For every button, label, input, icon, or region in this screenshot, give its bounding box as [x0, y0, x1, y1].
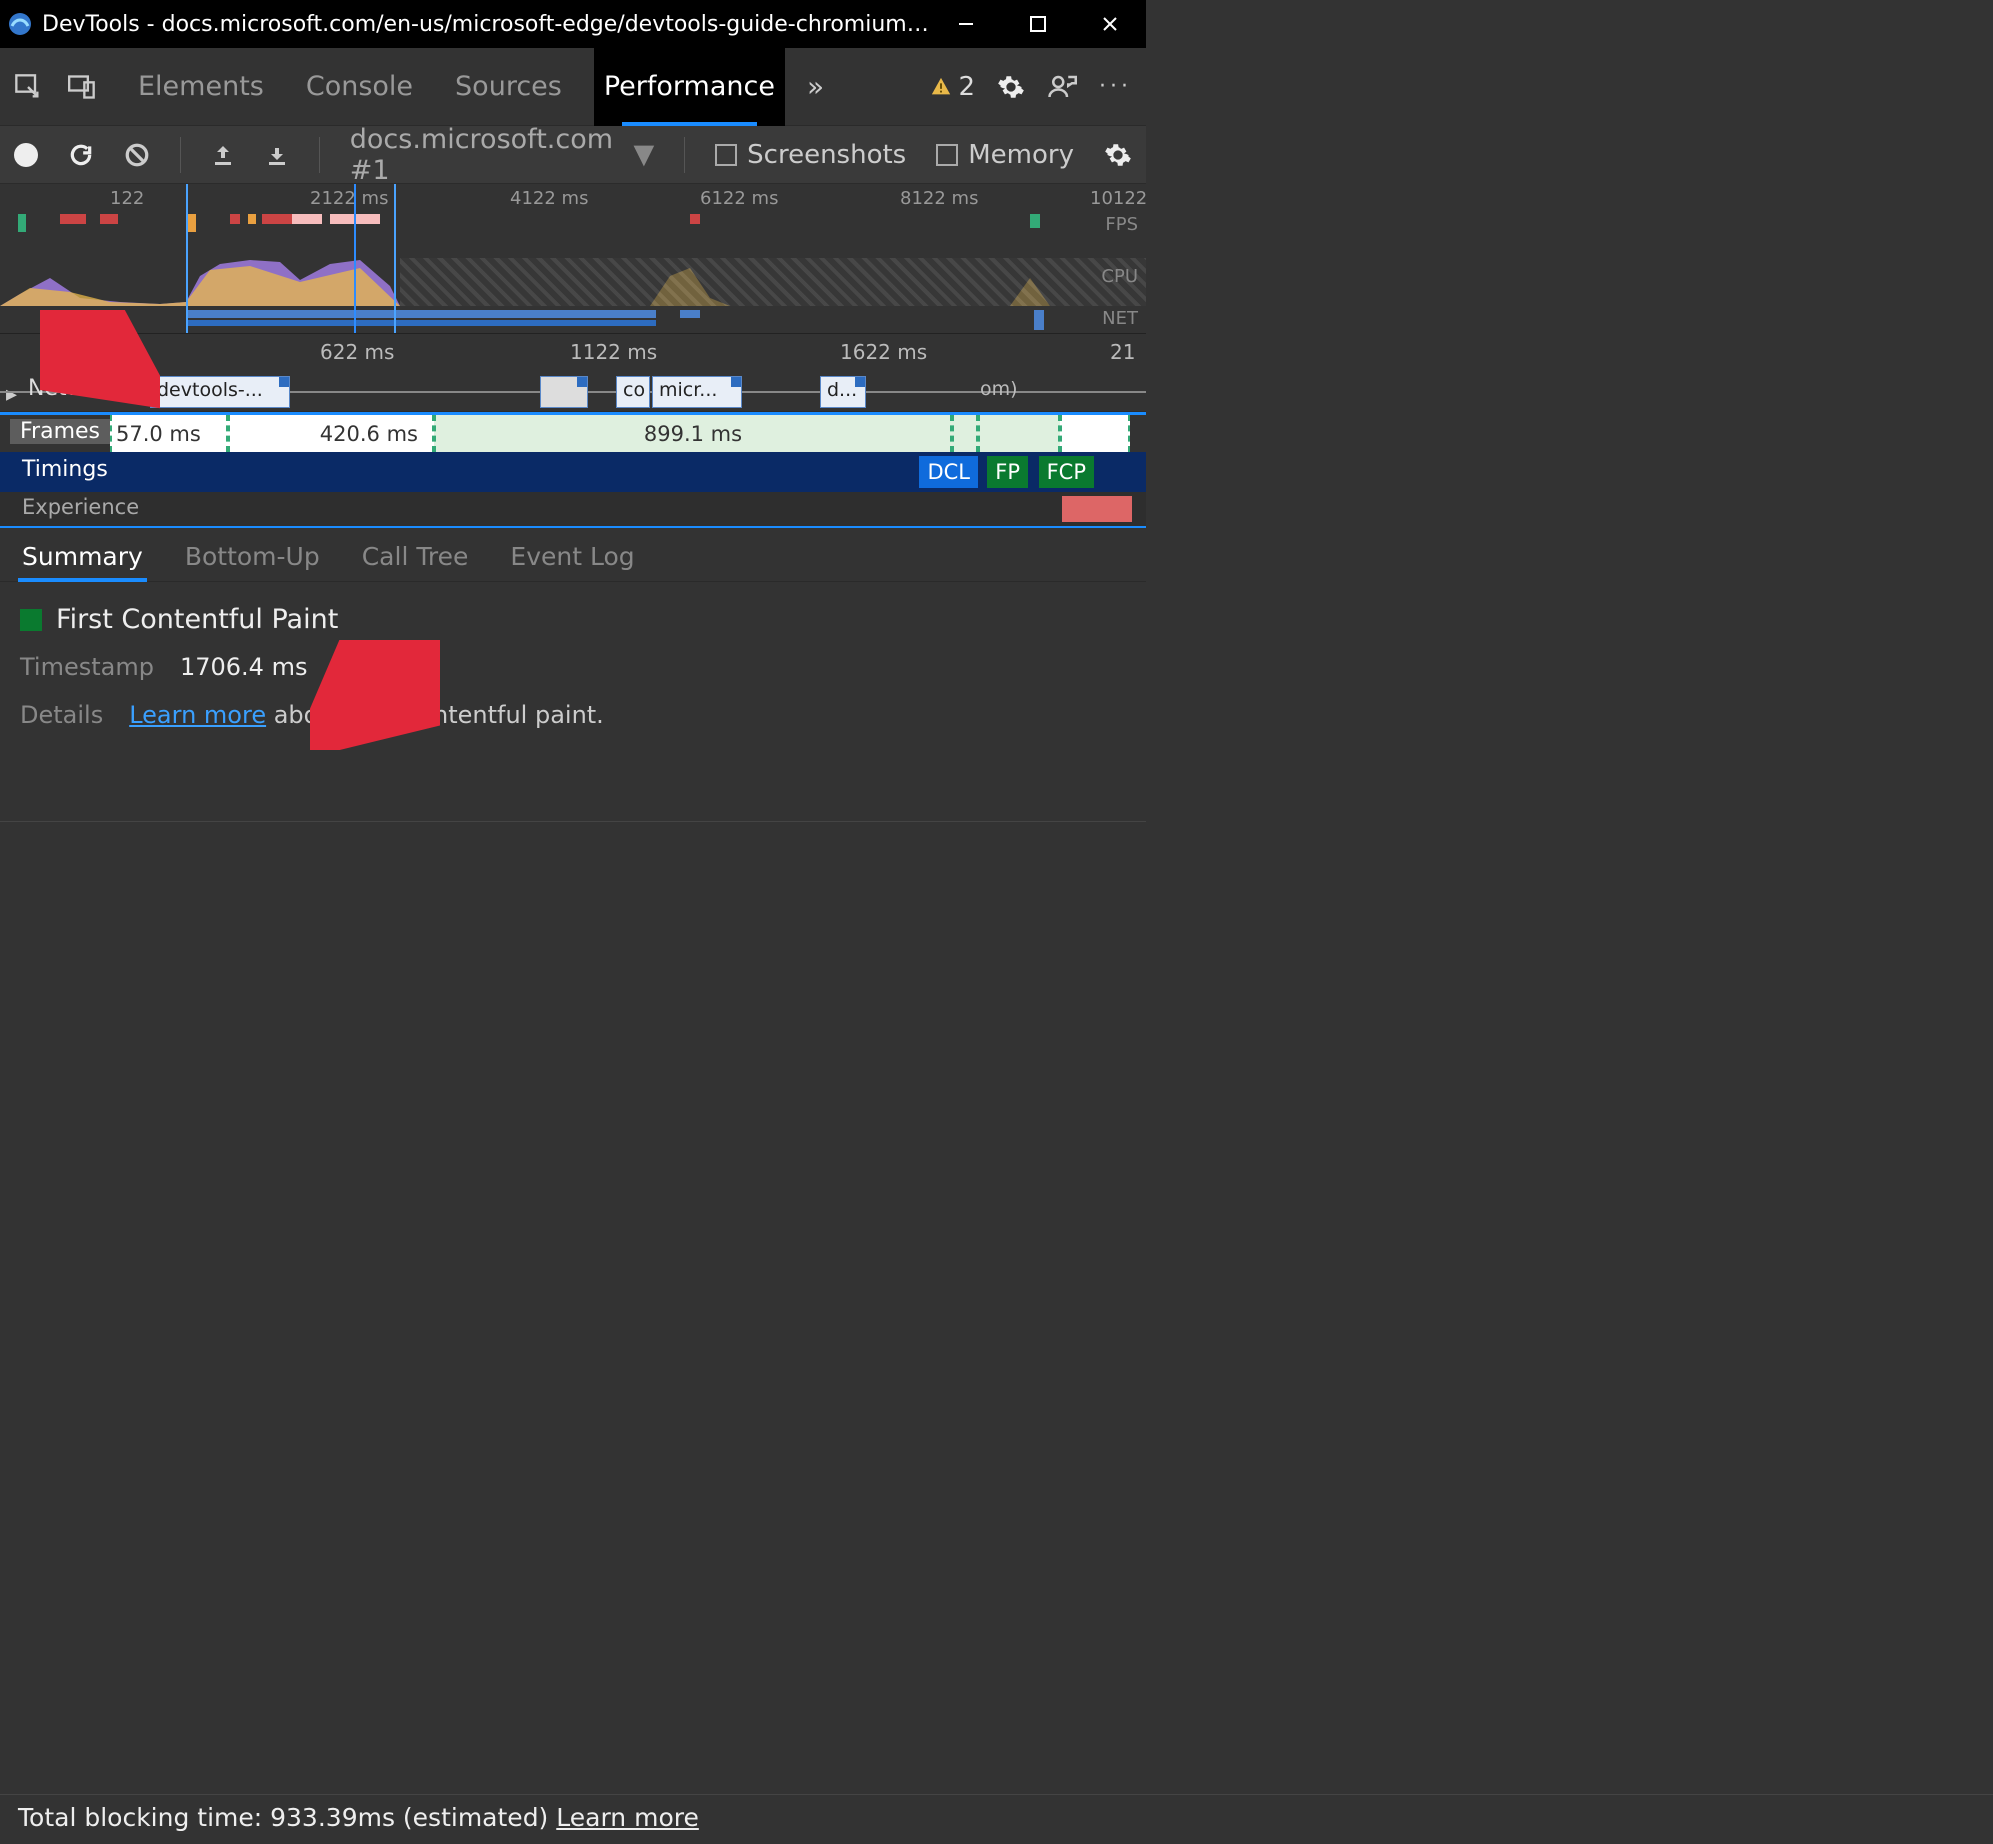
- net-label: NET: [1102, 308, 1138, 329]
- tbt-learn-more-link[interactable]: Learn more: [556, 1803, 699, 1832]
- fcp-badge[interactable]: FCP: [1039, 456, 1094, 488]
- capture-settings-icon[interactable]: [1104, 141, 1132, 169]
- performance-toolbar: docs.microsoft.com #1 ▼ Screenshots Memo…: [0, 126, 1146, 184]
- tbt-prefix: Total blocking time:: [18, 1803, 270, 1832]
- details-label: Details: [20, 701, 103, 729]
- clear-button[interactable]: [124, 142, 150, 168]
- footer-bar: Total blocking time: 933.39ms (estimated…: [0, 1794, 1993, 1844]
- timestamp-value: 1706.4 ms: [180, 653, 308, 681]
- network-request-block[interactable]: d...: [820, 376, 866, 408]
- tab-call-tree[interactable]: Call Tree: [358, 532, 473, 581]
- download-profile-button[interactable]: [265, 143, 289, 167]
- screenshots-checkbox[interactable]: Screenshots: [715, 140, 906, 170]
- overview-timeline[interactable]: 122 2122 ms 4122 ms 6122 ms 8122 ms 1012…: [0, 184, 1146, 334]
- main-tabbar: Elements Console Sources Performance » 2…: [0, 48, 1146, 126]
- recording-target-label: docs.microsoft.com #1: [350, 124, 620, 186]
- tab-event-log[interactable]: Event Log: [506, 532, 638, 581]
- window-title: DevTools - docs.microsoft.com/en-us/micr…: [42, 12, 930, 37]
- tab-bottom-up[interactable]: Bottom-Up: [181, 532, 324, 581]
- network-request-block[interactable]: devtools-...: [150, 376, 290, 408]
- playhead[interactable]: [354, 184, 356, 333]
- summary-title: First Contentful Paint: [56, 604, 338, 635]
- dcl-badge[interactable]: DCL: [919, 456, 978, 488]
- frames-label: Frames: [10, 419, 110, 444]
- network-track[interactable]: ▸ Network devtools-... co micr... d... o…: [0, 372, 1146, 412]
- window-titlebar: DevTools - docs.microsoft.com/en-us/micr…: [0, 0, 1146, 48]
- more-tabs-icon[interactable]: »: [807, 70, 824, 103]
- device-toolbar-icon[interactable]: [68, 73, 96, 101]
- warnings-badge[interactable]: 2: [930, 72, 975, 102]
- feedback-icon[interactable]: [1047, 72, 1077, 102]
- summary-pane: First Contentful Paint Timestamp 1706.4 …: [0, 582, 1146, 822]
- fps-label: FPS: [1105, 214, 1138, 235]
- inspect-element-icon[interactable]: [14, 73, 42, 101]
- flamechart[interactable]: 122 622 ms 1122 ms 1622 ms 21 ▸ Network …: [0, 334, 1146, 526]
- network-request-block[interactable]: micr...: [652, 376, 742, 408]
- memory-checkbox[interactable]: Memory: [936, 140, 1074, 170]
- cpu-label: CPU: [1101, 266, 1138, 287]
- upload-profile-button[interactable]: [211, 143, 235, 167]
- app-icon: [8, 12, 32, 36]
- timestamp-label: Timestamp: [20, 653, 154, 681]
- warnings-count: 2: [958, 72, 975, 102]
- settings-icon[interactable]: [997, 73, 1025, 101]
- network-request-block[interactable]: om): [974, 376, 1034, 408]
- details-tabbar: Summary Bottom-Up Call Tree Event Log: [0, 526, 1146, 582]
- net-strip: [0, 310, 1146, 320]
- learn-more-link[interactable]: Learn more: [129, 701, 266, 729]
- fcp-swatch: [20, 609, 42, 631]
- frames-track[interactable]: Frames 57.0 ms 420.6 ms 899.1 ms: [0, 412, 1146, 452]
- flame-ruler: 122 622 ms 1122 ms 1622 ms 21: [0, 334, 1146, 372]
- network-request-block[interactable]: co: [616, 376, 650, 408]
- tab-summary[interactable]: Summary: [18, 532, 147, 581]
- annotation-arrow: [40, 310, 160, 410]
- selection-range[interactable]: [186, 184, 396, 333]
- tbt-value: 933.39ms (estimated): [270, 1803, 556, 1832]
- cpu-idle-hatch: [400, 258, 1146, 306]
- experience-track[interactable]: Experience: [0, 492, 1146, 526]
- timings-label: Timings: [22, 457, 108, 482]
- record-button[interactable]: [14, 143, 38, 167]
- tab-elements[interactable]: Elements: [128, 48, 274, 126]
- reload-record-button[interactable]: [68, 142, 94, 168]
- tab-performance[interactable]: Performance: [594, 48, 785, 126]
- close-button[interactable]: [1074, 0, 1146, 48]
- minimize-button[interactable]: [930, 0, 1002, 48]
- annotation-arrow: [310, 640, 440, 750]
- recording-target-select[interactable]: docs.microsoft.com #1 ▼: [350, 124, 655, 186]
- more-menu-icon[interactable]: ···: [1099, 74, 1132, 99]
- experience-label: Experience: [22, 495, 139, 519]
- network-request-block[interactable]: [540, 376, 588, 408]
- fp-badge[interactable]: FP: [987, 456, 1028, 488]
- tab-sources[interactable]: Sources: [445, 48, 572, 126]
- timings-track[interactable]: Timings DCL FP FCP: [0, 452, 1146, 492]
- overview-ruler: 122 2122 ms 4122 ms 6122 ms 8122 ms 1012…: [0, 184, 1146, 214]
- expand-icon[interactable]: ▸: [6, 382, 17, 407]
- maximize-button[interactable]: [1002, 0, 1074, 48]
- dropdown-icon: ▼: [634, 139, 655, 170]
- experience-block[interactable]: [1062, 496, 1132, 522]
- tab-console[interactable]: Console: [296, 48, 423, 126]
